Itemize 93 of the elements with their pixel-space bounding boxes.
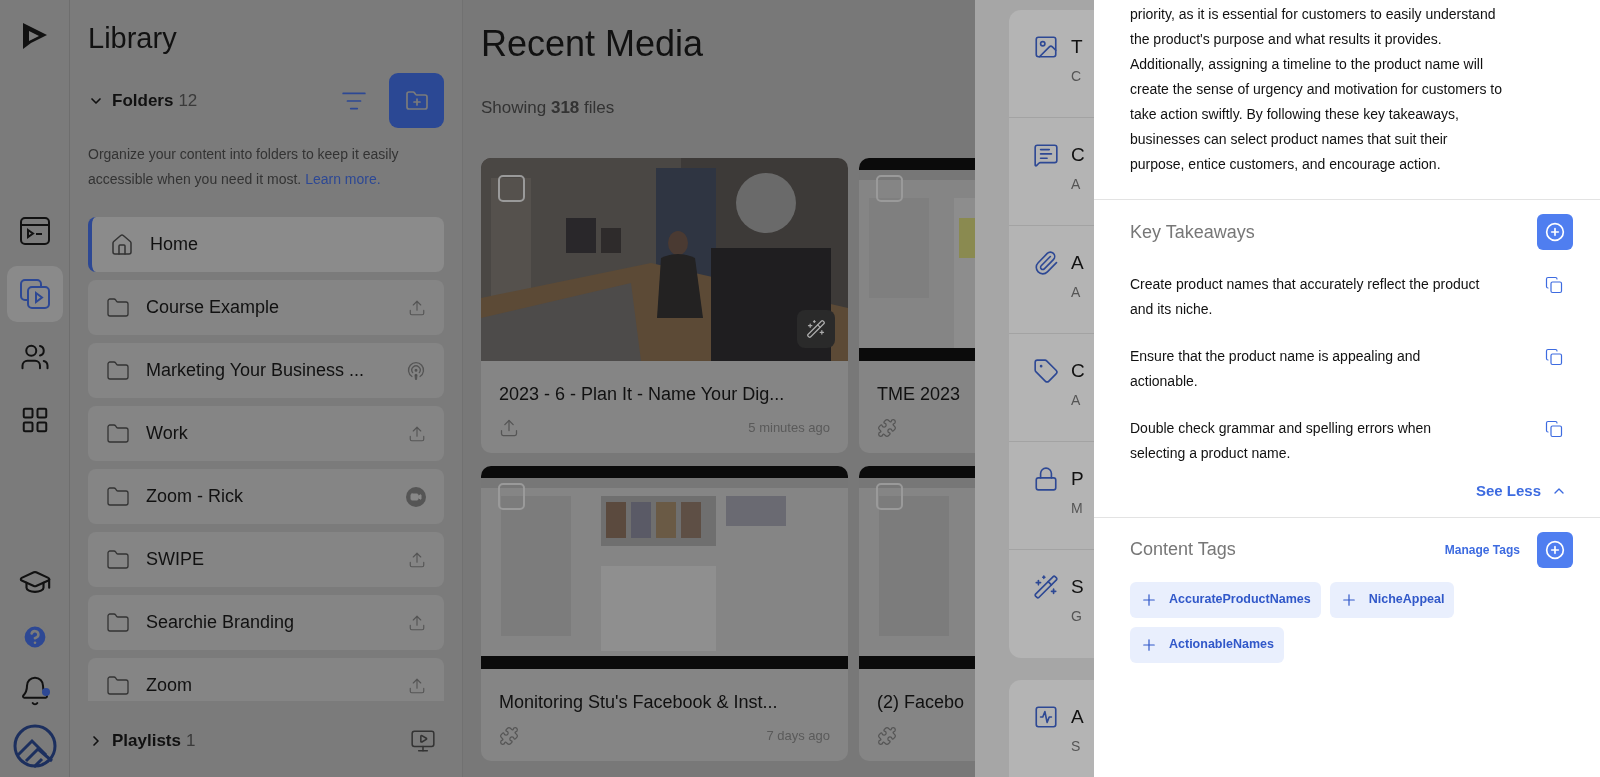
folder-row[interactable]: Work [88, 406, 444, 461]
puzzle-icon [499, 725, 519, 746]
tool-title: S [1071, 575, 1084, 599]
comment-icon [1033, 142, 1059, 168]
folder-icon [106, 547, 130, 572]
tool-title: C [1071, 359, 1085, 383]
folders-toggle[interactable]: Folders [88, 87, 174, 114]
select-checkbox[interactable] [876, 174, 903, 202]
account-avatar[interactable] [11, 723, 58, 769]
tool-subtitle: S [1071, 737, 1082, 756]
tag-chip[interactable]: NicheAppeal [1329, 581, 1455, 618]
file-count: Showing 318 files [481, 98, 615, 117]
puzzle-icon [877, 417, 897, 438]
folders-description: Organize your content into folders to keep it easily accessible when you need it most. Learn more. [88, 145, 400, 189]
copy-icon[interactable] [1545, 420, 1563, 438]
upload-icon[interactable] [408, 550, 426, 569]
see-less-button[interactable]: See Less [1475, 480, 1573, 503]
manage-tags-link[interactable]: Manage Tags [1444, 540, 1520, 559]
takeaway-text: Create product names that accurately reflect the product and its niche. [1130, 275, 1481, 319]
section-title: Key Takeaways [1130, 220, 1255, 244]
folder-icon [106, 295, 130, 320]
upload-icon[interactable] [408, 676, 426, 695]
tool-title: T [1071, 35, 1083, 59]
new-folder-button[interactable] [389, 73, 444, 128]
waveform-icon [1033, 704, 1059, 730]
media-title: TME 2023 [877, 382, 961, 406]
add-takeaway-button[interactable] [1537, 214, 1573, 250]
plus-circle-icon [1545, 222, 1565, 242]
puzzle-icon [877, 725, 897, 746]
folder-icon [106, 673, 130, 698]
paperclip-icon [1033, 250, 1059, 276]
playlists-toggle[interactable]: Playlists [88, 728, 181, 754]
playlist-icon[interactable] [410, 728, 436, 754]
page-title: Recent Media [481, 22, 704, 66]
media-library-icon [18, 278, 51, 310]
tool-subtitle: M [1071, 499, 1084, 518]
tag-chip[interactable]: AccurateProductNames [1130, 581, 1321, 618]
folder-row[interactable]: Marketing Your Business ... [88, 343, 444, 398]
copy-icon[interactable] [1545, 276, 1563, 294]
folder-icon [106, 610, 130, 635]
tag-chip[interactable]: ActionableNames [1130, 626, 1284, 663]
library-title: Library [88, 21, 177, 56]
nav-button[interactable] [6, 266, 63, 322]
folder-row[interactable]: Zoom - Rick [88, 469, 444, 524]
select-checkbox[interactable] [498, 482, 525, 510]
folder-row[interactable]: Course Example [88, 280, 444, 335]
folder-icon [106, 484, 130, 509]
media-title: 2023 - 6 - Plan It - Name Your Dig... [499, 382, 785, 406]
tool-subtitle: C [1071, 67, 1083, 86]
summary-text: priority, as it is essential for customers to easily understand the product's purpose and what results it provides. Additionally, assigning a timeline to the product name will create the sense of urgency and motivation for customers to take action swiftly. By following these key takeaways, businesses can select product names that suit their purpose, entice customers, and encourage action. [1130, 5, 1503, 174]
add-tag-button[interactable] [1537, 531, 1573, 568]
media-title: Monitoring Stu's Facebook & Inst... [499, 690, 778, 714]
section-title: Content Tags [1130, 538, 1236, 561]
tool-title: C [1071, 143, 1085, 167]
upload-icon[interactable] [408, 298, 426, 317]
select-checkbox[interactable] [498, 174, 525, 202]
select-checkbox[interactable] [876, 482, 903, 510]
tool-subtitle: A [1071, 391, 1082, 410]
image-icon [1033, 34, 1059, 60]
tool-subtitle: G [1071, 607, 1083, 626]
folder-row[interactable]: Home [88, 217, 444, 272]
lock-icon [1033, 466, 1059, 492]
copy-icon[interactable] [1545, 348, 1563, 366]
folder-row[interactable]: Zoom [88, 658, 444, 701]
tag-icon [1033, 358, 1059, 384]
video-camera-icon [406, 486, 426, 507]
folder-icon [106, 421, 130, 446]
tool-subtitle: A [1071, 175, 1082, 194]
upload-icon [499, 417, 519, 438]
tool-title: A [1071, 705, 1084, 729]
upload-icon[interactable] [408, 424, 426, 443]
media-card[interactable]: (2) Facebo [859, 465, 975, 761]
player-icon [19, 217, 50, 245]
media-title: (2) Facebo [877, 690, 965, 714]
upload-icon[interactable] [408, 613, 426, 632]
tool-title: A [1071, 251, 1084, 275]
folder-row[interactable]: SWIPE [88, 532, 444, 587]
tool-title: P [1071, 467, 1084, 491]
magic-wand-icon [1033, 574, 1059, 600]
magic-wand-icon[interactable] [797, 309, 835, 348]
folder-plus-icon [404, 88, 429, 113]
media-card[interactable]: TME 2023 [859, 157, 975, 453]
folder-icon [106, 358, 130, 383]
tool-subtitle: A [1071, 283, 1082, 302]
users-icon [19, 342, 50, 372]
playlist-count: 1 [186, 730, 196, 753]
home-icon [110, 232, 134, 257]
plus-circle-icon [1545, 539, 1565, 560]
takeaway-text: Ensure that the product name is appealing and actionable. [1130, 347, 1422, 391]
podcast-icon [406, 360, 426, 381]
takeaway-text: Double check grammar and spelling errors when selecting a product name. [1130, 419, 1433, 463]
folder-count: 12 [178, 89, 198, 112]
folder-row[interactable]: Searchie Branding [88, 595, 444, 650]
